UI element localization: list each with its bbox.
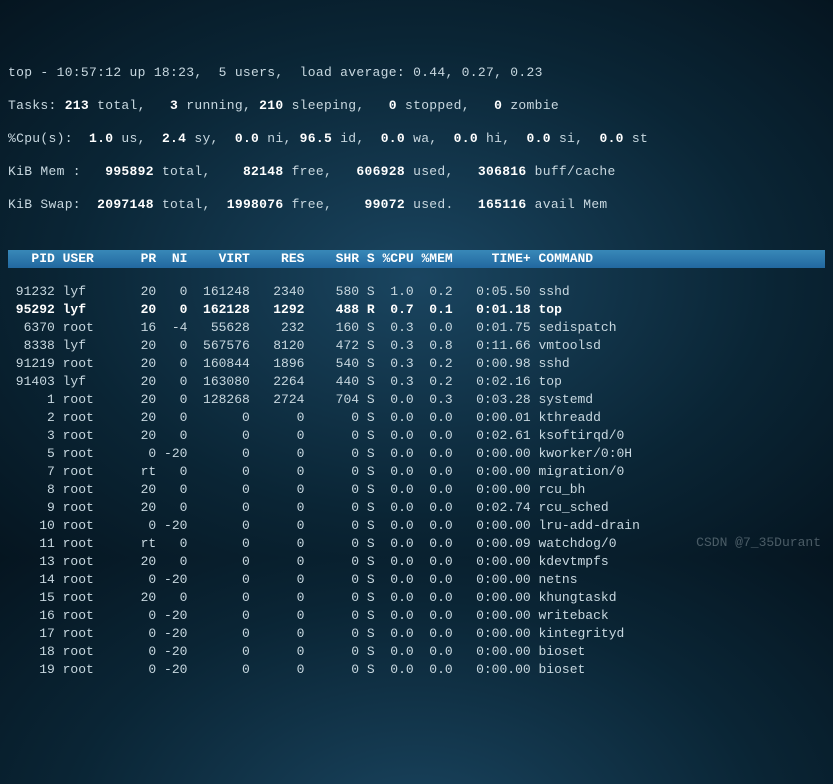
watermark: CSDN @7_35Durant <box>696 535 821 550</box>
process-row: 9 root 20 0 0 0 0 S 0.0 0.0 0:02.74 rcu_… <box>8 499 825 517</box>
process-row: 1 root 20 0 128268 2724 704 S 0.0 0.3 0:… <box>8 391 825 409</box>
process-row: 91403 lyf 20 0 163080 2264 440 S 0.3 0.2… <box>8 373 825 391</box>
process-row: 6370 root 16 -4 55628 232 160 S 0.3 0.0 … <box>8 319 825 337</box>
process-row: 3 root 20 0 0 0 0 S 0.0 0.0 0:02.61 ksof… <box>8 427 825 445</box>
process-row: 7 root rt 0 0 0 0 S 0.0 0.0 0:00.00 migr… <box>8 463 825 481</box>
process-table-body: 91232 lyf 20 0 161248 2340 580 S 1.0 0.2… <box>8 283 825 679</box>
summary-swap: KiB Swap: 2097148 total, 1998076 free, 9… <box>8 196 825 214</box>
summary-cpu: %Cpu(s): 1.0 us, 2.4 sy, 0.0 ni, 96.5 id… <box>8 130 825 148</box>
process-row: 19 root 0 -20 0 0 0 S 0.0 0.0 0:00.00 bi… <box>8 661 825 679</box>
process-row: 13 root 20 0 0 0 0 S 0.0 0.0 0:00.00 kde… <box>8 553 825 571</box>
summary-tasks: Tasks: 213 total, 3 running, 210 sleepin… <box>8 97 825 115</box>
process-row: 15 root 20 0 0 0 0 S 0.0 0.0 0:00.00 khu… <box>8 589 825 607</box>
process-row: 5 root 0 -20 0 0 0 S 0.0 0.0 0:00.00 kwo… <box>8 445 825 463</box>
summary-mem: KiB Mem : 995892 total, 82148 free, 6069… <box>8 163 825 181</box>
summary-uptime: top - 10:57:12 up 18:23, 5 users, load a… <box>8 64 825 82</box>
process-row: 8 root 20 0 0 0 0 S 0.0 0.0 0:00.00 rcu_… <box>8 481 825 499</box>
process-row: 18 root 0 -20 0 0 0 S 0.0 0.0 0:00.00 bi… <box>8 643 825 661</box>
process-row: 14 root 0 -20 0 0 0 S 0.0 0.0 0:00.00 ne… <box>8 571 825 589</box>
process-row: 2 root 20 0 0 0 0 S 0.0 0.0 0:00.01 kthr… <box>8 409 825 427</box>
process-row: 17 root 0 -20 0 0 0 S 0.0 0.0 0:00.00 ki… <box>8 625 825 643</box>
process-row: 91232 lyf 20 0 161248 2340 580 S 1.0 0.2… <box>8 283 825 301</box>
process-row: 10 root 0 -20 0 0 0 S 0.0 0.0 0:00.00 lr… <box>8 517 825 535</box>
process-row: 16 root 0 -20 0 0 0 S 0.0 0.0 0:00.00 wr… <box>8 607 825 625</box>
process-table-header: PID USER PR NI VIRT RES SHR S %CPU %MEM … <box>8 250 825 268</box>
process-row: 8338 lyf 20 0 567576 8120 472 S 0.3 0.8 … <box>8 337 825 355</box>
process-row: 91219 root 20 0 160844 1896 540 S 0.3 0.… <box>8 355 825 373</box>
process-row: 95292 lyf 20 0 162128 1292 488 R 0.7 0.1… <box>8 301 825 319</box>
